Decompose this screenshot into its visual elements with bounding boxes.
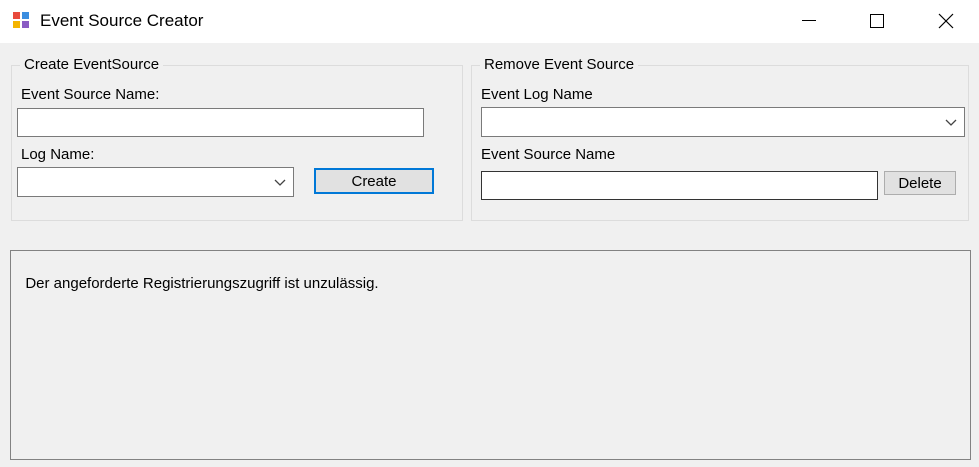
- output-message-text: Der angeforderte Registrierungszugriff i…: [25, 275, 379, 292]
- maximize-button[interactable]: [854, 0, 900, 43]
- minimize-button[interactable]: [786, 0, 832, 43]
- event-source-name-input[interactable]: [17, 108, 424, 137]
- create-button[interactable]: Create: [314, 168, 434, 194]
- log-name-label: Log Name:: [21, 146, 95, 163]
- log-name-dropdown[interactable]: [17, 167, 294, 197]
- event-source-name-remove-label: Event Source Name: [481, 146, 616, 163]
- remove-group-legend: Remove Event Source: [480, 56, 639, 73]
- minimize-icon: [802, 20, 816, 21]
- close-icon: [938, 13, 954, 29]
- delete-button[interactable]: Delete: [884, 171, 956, 195]
- create-group-legend: Create EventSource: [20, 56, 164, 73]
- event-log-name-dropdown[interactable]: [481, 107, 965, 137]
- output-message-box[interactable]: Der angeforderte Registrierungszugriff i…: [10, 250, 971, 460]
- chevron-down-icon: [945, 119, 957, 126]
- event-source-name-remove-input[interactable]: [481, 171, 878, 200]
- chevron-down-icon: [274, 179, 286, 186]
- close-button[interactable]: [923, 0, 969, 43]
- event-source-name-label: Event Source Name:: [21, 86, 160, 103]
- app-icon: [13, 12, 29, 28]
- event-log-name-label: Event Log Name: [481, 86, 593, 103]
- title-bar[interactable]: Event Source Creator: [0, 0, 979, 43]
- maximize-icon: [870, 14, 884, 28]
- window-title: Event Source Creator: [40, 11, 204, 30]
